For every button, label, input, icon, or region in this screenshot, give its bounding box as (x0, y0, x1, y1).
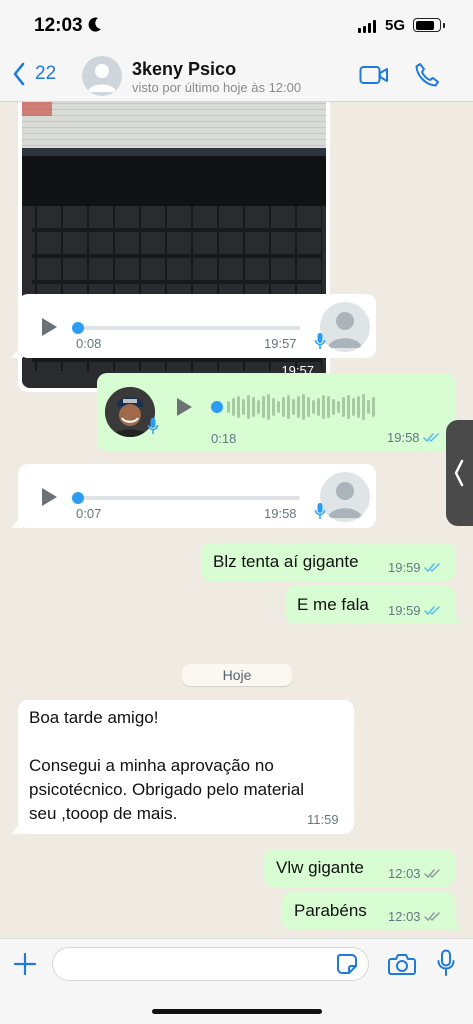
message-time: 12:03 (388, 909, 442, 924)
message-line: Consegui a minha aprovação no (29, 756, 274, 775)
audio-scrubber[interactable] (72, 322, 84, 334)
chat-header: 22 3keny Psico visto por último hoje às … (0, 50, 473, 102)
contact-name[interactable]: 3keny Psico (132, 59, 236, 80)
moon-icon (88, 17, 101, 32)
sticker-icon[interactable] (336, 953, 358, 975)
audio-scrubber[interactable] (211, 401, 223, 413)
message-time: 19:59 (388, 560, 442, 575)
message-line: Boa tarde amigo! (29, 708, 159, 727)
back-chevron-icon (13, 62, 25, 86)
network-type: 5G (385, 17, 406, 34)
chat-messages[interactable]: 19:57 0:08 19:57 0:18 19:58 0:07 19:58 B… (0, 102, 473, 938)
voice-message-incoming[interactable]: 0:08 19:57 (18, 294, 376, 358)
message-input[interactable] (52, 947, 369, 981)
voice-message-incoming[interactable]: 0:07 19:58 (18, 464, 376, 528)
default-avatar-icon (88, 64, 116, 92)
double-check-icon (423, 606, 440, 615)
double-check-icon (422, 433, 439, 442)
text-message-outgoing[interactable]: Vlw gigante 12:03 (264, 849, 455, 887)
mic-icon (314, 503, 326, 519)
default-avatar-icon (328, 312, 362, 348)
camera-icon[interactable] (388, 952, 416, 976)
audio-duration: 0:07 (76, 506, 102, 521)
message-line: psicotécnico. Obrigado pelo material (29, 780, 304, 799)
text-message-outgoing[interactable]: Parabéns 12:03 (282, 892, 455, 930)
text-message-incoming[interactable]: Boa tarde amigo! Consegui a minha aprova… (18, 700, 354, 834)
audio-progress-track[interactable] (78, 496, 300, 500)
mic-icon (314, 333, 326, 349)
chevron-left-icon (454, 459, 464, 487)
text-message-outgoing[interactable]: Blz tenta aí gigante 19:59 (201, 543, 455, 581)
message-time: 19:58 (264, 506, 297, 521)
message-text: E me fala (297, 595, 369, 614)
double-check-icon (423, 912, 440, 921)
mic-icon (147, 418, 159, 434)
battery-icon (413, 18, 445, 32)
audio-progress-track[interactable] (78, 326, 300, 330)
message-text: Vlw gigante (276, 858, 364, 877)
video-call-icon[interactable] (359, 64, 389, 86)
unread-count: 22 (35, 63, 57, 84)
double-check-icon (423, 869, 440, 878)
audio-duration: 0:18 (211, 431, 237, 446)
message-time: 19:57 (264, 336, 297, 351)
message-time: 19:59 (388, 603, 442, 618)
audio-duration: 0:08 (76, 336, 102, 351)
mic-icon[interactable] (437, 949, 455, 977)
contact-avatar[interactable] (82, 56, 122, 96)
default-avatar-icon (328, 482, 362, 518)
double-check-icon (423, 563, 440, 572)
sender-avatar (320, 472, 370, 522)
phone-icon[interactable] (414, 62, 440, 88)
plus-icon[interactable] (13, 952, 37, 976)
message-line: seu ,tooop de mais. (29, 804, 178, 823)
text-message-outgoing[interactable]: E me fala 19:59 (285, 586, 455, 624)
sender-avatar (320, 302, 370, 352)
composer-bar (0, 938, 473, 1024)
message-time: 19:58 (387, 430, 441, 445)
date-separator: Hoje (182, 664, 292, 686)
audio-scrubber[interactable] (72, 492, 84, 504)
message-time: 12:03 (388, 866, 442, 881)
message-text: Parabéns (294, 901, 367, 920)
voice-message-outgoing[interactable]: 0:18 19:58 (97, 373, 455, 451)
message-time: 11:59 (307, 812, 339, 827)
audio-waveform[interactable] (227, 392, 375, 422)
home-indicator (152, 1009, 322, 1014)
back-button[interactable]: 22 (12, 62, 56, 86)
play-icon[interactable] (177, 398, 192, 416)
last-seen-status: visto por último hoje às 12:00 (132, 80, 302, 95)
play-icon[interactable] (42, 318, 57, 336)
status-time: 12:03 (34, 15, 83, 36)
side-panel-handle[interactable] (446, 420, 473, 526)
message-text: Blz tenta aí gigante (213, 552, 359, 571)
play-icon[interactable] (42, 488, 57, 506)
status-bar: 12:03 5G (0, 0, 473, 50)
signal-icon (358, 20, 376, 33)
